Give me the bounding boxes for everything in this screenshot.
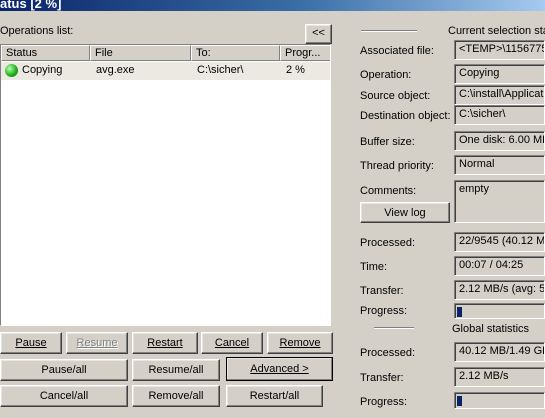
progress-label: Progress: — [360, 305, 408, 317]
associated-file-field: <TEMP>\1156775 — [454, 40, 545, 60]
global-transfer-label: Transfer: — [360, 372, 404, 384]
advanced-button-label: Advanced > — [250, 363, 309, 375]
global-processed-field: 40.12 MB/1.49 GB — [454, 342, 545, 362]
remove-all-button[interactable]: Remove/all — [132, 385, 220, 407]
title-bar: atus [2 %] — [0, 0, 545, 11]
pause-all-button[interactable]: Pause/all — [0, 359, 128, 381]
progress-bar-fill — [457, 307, 462, 317]
resume-button-label: Resume — [76, 337, 118, 349]
resume-button[interactable]: Resume — [66, 332, 128, 354]
resume-all-button[interactable]: Resume/all — [132, 359, 220, 381]
global-processed-label: Processed: — [360, 347, 416, 359]
current-selection-title: Current selection sta — [448, 25, 545, 37]
pause-button[interactable]: Pause — [0, 332, 62, 354]
column-header-to[interactable]: To: — [191, 45, 280, 61]
operations-list[interactable]: Status File To: Progr... Copying avg.exe… — [0, 44, 331, 326]
transfer-field: 2.12 MB/s (avg: 5 — [454, 280, 545, 300]
progress-bar — [454, 303, 545, 319]
buffer-size-field: One disk: 6.00 MB — [454, 131, 545, 151]
thread-priority-label: Thread priority: — [360, 160, 434, 172]
global-progress-bar-fill — [457, 396, 462, 406]
cancel-button[interactable]: Cancel — [201, 332, 263, 354]
processed-field: 22/9545 (40.12 M — [454, 232, 545, 252]
column-header-progress[interactable]: Progr... — [280, 45, 330, 61]
table-row[interactable]: Copying avg.exe C:\sicher\ 2 % — [1, 62, 330, 80]
buffer-size-label: Buffer size: — [360, 136, 415, 148]
operation-label: Operation: — [360, 69, 412, 81]
transfer-label: Transfer: — [360, 285, 404, 297]
section-separator-global — [374, 327, 414, 329]
row-progress: 2 % — [286, 64, 305, 76]
cancel-button-label: Cancel — [214, 337, 250, 349]
time-label: Time: — [360, 261, 388, 273]
thread-priority-field: Normal — [454, 155, 545, 175]
window-title: atus [2 %] — [0, 0, 62, 11]
remove-button[interactable]: Remove — [267, 332, 333, 354]
global-statistics-title: Global statistics — [452, 323, 530, 335]
global-transfer-field: 2.12 MB/s — [454, 367, 545, 387]
pause-button-label: Pause — [15, 337, 47, 349]
operation-field: Copying — [454, 64, 545, 84]
comments-field: empty — [454, 180, 545, 223]
column-header-status[interactable]: Status — [1, 45, 90, 61]
processed-label: Processed: — [360, 237, 416, 249]
view-log-button[interactable]: View log — [360, 202, 450, 223]
remove-button-label: Remove — [279, 337, 321, 349]
destination-object-field: C:\sicher\ — [454, 105, 545, 125]
restart-button-label: Restart — [147, 337, 183, 349]
collapse-button[interactable]: << — [305, 24, 332, 44]
advanced-button[interactable]: Advanced > — [226, 357, 333, 381]
column-header-file[interactable]: File — [90, 45, 191, 61]
destination-object-label: Destination object: — [360, 110, 451, 122]
section-separator — [361, 30, 417, 32]
row-to: C:\sicher\ — [197, 64, 244, 76]
status-ok-icon — [5, 64, 18, 77]
cancel-all-button[interactable]: Cancel/all — [0, 385, 128, 407]
restart-all-button[interactable]: Restart/all — [226, 385, 323, 407]
operations-list-label: Operations list: — [0, 25, 74, 37]
comments-label: Comments: — [360, 185, 417, 197]
source-object-label: Source object: — [360, 90, 431, 102]
row-status: Copying — [22, 64, 63, 76]
global-progress-label: Progress: — [360, 396, 408, 408]
source-object-field: C:\install\Applicati — [454, 85, 545, 105]
restart-button[interactable]: Restart — [132, 332, 198, 354]
associated-file-label: Associated file: — [360, 45, 434, 57]
row-file: avg.exe — [96, 64, 135, 76]
global-progress-bar — [454, 392, 545, 409]
time-field: 00:07 / 04:25 — [454, 256, 545, 276]
